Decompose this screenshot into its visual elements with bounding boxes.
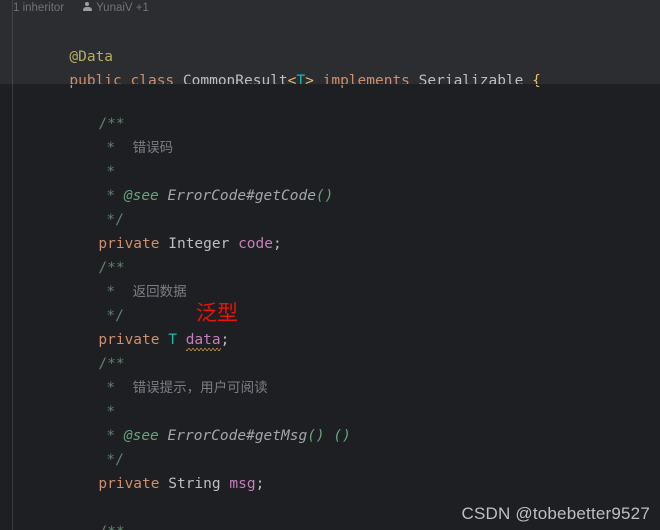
- class-name[interactable]: CommonResult: [183, 73, 288, 89]
- keyword-public: public: [69, 73, 122, 89]
- comment-open-trailing: /**: [46, 496, 124, 530]
- javadoc-see-parens: (): [315, 188, 334, 204]
- javadoc-see-tag: @see: [123, 428, 159, 444]
- semicolon: ;: [273, 236, 282, 252]
- type-generic-t[interactable]: T: [168, 332, 177, 348]
- author-hint[interactable]: YunaiV +1: [96, 2, 151, 14]
- semicolon: ;: [220, 332, 230, 348]
- code-content-area[interactable]: /** * 错误码 * * @see ErrorCode#getCode() *…: [0, 85, 660, 530]
- field-msg[interactable]: msg: [229, 476, 255, 492]
- semicolon: ;: [255, 476, 265, 492]
- type-integer[interactable]: Integer: [168, 236, 229, 252]
- comment-blank-code: *: [54, 136, 115, 180]
- type-parameter-t[interactable]: T: [296, 73, 305, 89]
- comment-blank-msg: *: [54, 376, 115, 420]
- comment-close-code: */: [54, 184, 123, 228]
- field-declaration-msg[interactable]: private String msg;: [46, 448, 264, 492]
- angle-close-bracket: >: [305, 73, 314, 89]
- code-editor[interactable]: 1 inheritor YunaiV +1 @Data public class…: [0, 0, 660, 530]
- gutter-separator: [12, 85, 13, 530]
- inheritor-hint[interactable]: 1 inheritor: [13, 2, 66, 14]
- javadoc-see-tag: @see: [123, 188, 159, 204]
- field-data[interactable]: data: [185, 328, 221, 352]
- comment-see-code: * @see ErrorCode#getCode(): [54, 160, 333, 204]
- javadoc-see-reference[interactable]: ErrorCode#getCode: [168, 188, 316, 204]
- gutter-separator-top: [12, 0, 13, 85]
- javadoc-description: 错误码: [132, 140, 174, 156]
- keyword-implements: implements: [322, 73, 410, 89]
- field-declaration-code[interactable]: private Integer code;: [46, 208, 281, 252]
- keyword-private: private: [98, 476, 160, 492]
- javadoc-see-parens: (): [307, 428, 325, 444]
- comment-close-data: */: [54, 280, 123, 324]
- javadoc-description: 返回数据: [132, 284, 187, 300]
- interface-serializable[interactable]: Serializable: [419, 73, 524, 89]
- person-icon: [82, 2, 92, 13]
- comment-text-trailing: * 将传入的 result 对象，转换成另外一个泛型结果的对象: [54, 520, 463, 530]
- type-string[interactable]: String: [168, 476, 220, 492]
- red-annotation-generics: 泛型: [196, 301, 238, 325]
- comment-text-code: * 错误码: [54, 112, 173, 156]
- javadoc-see-reference[interactable]: ErrorCode#getMsg: [168, 428, 308, 444]
- comment-open-msg: /**: [46, 328, 124, 372]
- sticky-code-header: @Data public class CommonResult<T> imple…: [0, 15, 660, 89]
- comment-see-msg: * @see ErrorCode#getMsg() (): [54, 400, 350, 444]
- comment-open-data: /**: [46, 232, 124, 276]
- open-brace: {: [532, 73, 541, 89]
- field-code[interactable]: code: [238, 236, 273, 252]
- annotation-data-line[interactable]: @Data: [17, 21, 113, 65]
- inlay-hints-row: 1 inheritor YunaiV +1: [0, 0, 660, 15]
- comment-close-msg: */: [54, 424, 123, 468]
- javadoc-description: 错误提示，用户可阅读: [132, 380, 268, 396]
- csdn-watermark: CSDN @tobebetter9527: [461, 504, 650, 523]
- comment-text-msg: * 错误提示，用户可阅读: [54, 352, 267, 396]
- comment-text-data: * 返回数据: [54, 256, 186, 300]
- javadoc-see-parens-extra: (): [333, 428, 351, 444]
- class-declaration-line[interactable]: public class CommonResult<T> implements …: [17, 45, 541, 89]
- keyword-class: class: [130, 73, 175, 89]
- sticky-header-divider: [0, 84, 660, 85]
